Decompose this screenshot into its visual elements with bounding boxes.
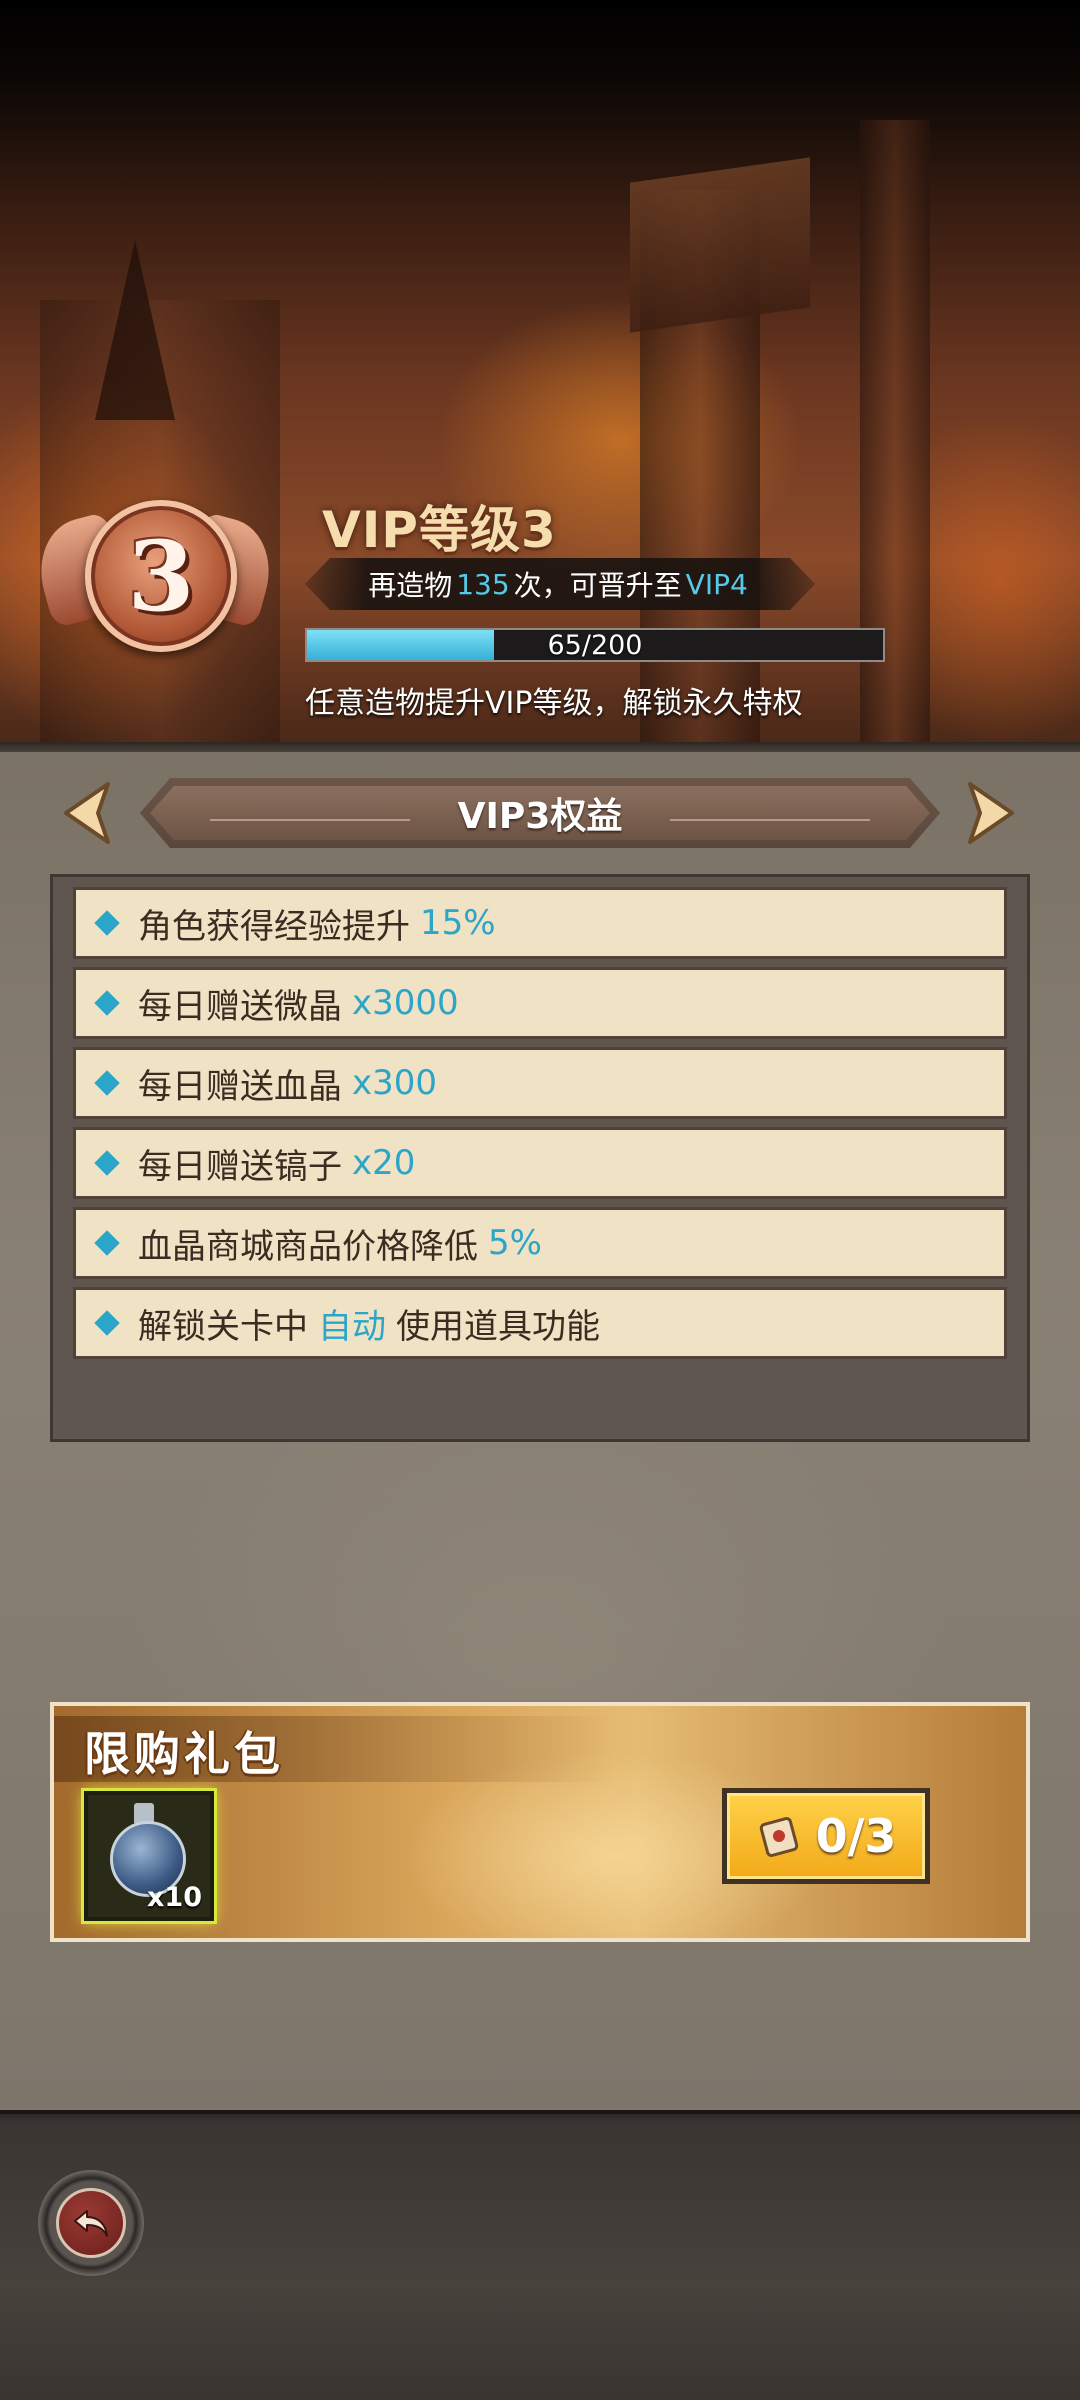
benefit-text: 解锁关卡中	[138, 1306, 308, 1347]
diamond-bullet-icon	[94, 1070, 120, 1096]
benefit-suffix: 使用道具功能	[396, 1306, 600, 1347]
divider	[0, 742, 1080, 752]
benefits-title: VIP3权益	[457, 796, 623, 837]
benefit-item: 每日赠送血晶 x300	[73, 1047, 1007, 1119]
benefit-value: 15%	[420, 903, 496, 943]
buy-gift-button[interactable]: 0/3	[722, 1788, 930, 1884]
benefit-value: 5%	[488, 1223, 542, 1263]
progress-text: 65/200	[547, 629, 643, 661]
diamond-bullet-icon	[94, 910, 120, 936]
prev-level-arrow[interactable]	[62, 780, 118, 846]
benefit-value: x3000	[352, 983, 459, 1023]
benefit-text: 每日赠送镐子	[138, 1146, 342, 1187]
back-button-core	[56, 2188, 126, 2258]
next-vip-level: VIP4	[685, 567, 748, 601]
chevron-left-icon	[64, 782, 110, 844]
benefit-value: 自动	[318, 1306, 386, 1347]
main-panel: VIP3权益 角色获得经验提升 15% 每日赠送微晶 x3000 每日赠送血晶 …	[0, 752, 1080, 2114]
benefit-text: 角色获得经验提升	[138, 906, 410, 947]
benefit-value: x20	[352, 1143, 416, 1183]
back-arrow-icon	[74, 2210, 108, 2237]
benefit-item: 角色获得经验提升 15%	[73, 887, 1007, 959]
benefit-item: 血晶商城商品价格降低 5%	[73, 1207, 1007, 1279]
upgrade-count: 135	[456, 567, 510, 601]
diamond-bullet-icon	[94, 1310, 120, 1336]
vip-level-badge: 3	[28, 490, 282, 670]
benefits-list: 角色获得经验提升 15% 每日赠送微晶 x3000 每日赠送血晶 x300 每日…	[50, 874, 1030, 1442]
vip-header: 3 VIP等级3 再造物 135 次，可晋升至 VIP4 65/200 任意造物…	[0, 470, 1080, 745]
benefit-item: 解锁关卡中 自动 使用道具功能	[73, 1287, 1007, 1359]
diamond-bullet-icon	[94, 1150, 120, 1176]
benefit-text: 血晶商城商品价格降低	[138, 1226, 478, 1267]
vip-description: 任意造物提升VIP等级，解锁永久特权	[305, 686, 803, 721]
level-number: 3	[127, 519, 195, 633]
next-level-arrow[interactable]	[960, 780, 1016, 846]
gift-title: 限购礼包	[84, 1727, 284, 1781]
diamond-bullet-icon	[94, 990, 120, 1016]
buy-count-label: 0/3	[815, 1809, 897, 1863]
throne-spike	[95, 240, 175, 420]
item-count: x10	[147, 1882, 202, 1913]
vip-level-title: VIP等级3	[322, 501, 557, 559]
benefit-value: x300	[352, 1063, 438, 1103]
benefit-text: 每日赠送微晶	[138, 986, 342, 1027]
header-background: 3 VIP等级3 再造物 135 次，可晋升至 VIP4 65/200 任意造物…	[0, 0, 1080, 745]
benefits-title-bar: VIP3权益	[140, 778, 940, 848]
upgrade-middle: 次，可晋升至	[513, 569, 682, 602]
benefit-item: 每日赠送镐子 x20	[73, 1127, 1007, 1199]
vip-progress-bar: 65/200	[305, 628, 885, 662]
diamond-bullet-icon	[94, 1230, 120, 1256]
level-medal: 3	[85, 500, 237, 652]
gift-item-slot[interactable]: x10	[84, 1791, 214, 1921]
upgrade-hint-banner: 再造物 135 次，可晋升至 VIP4	[305, 558, 815, 610]
benefit-text: 每日赠送血晶	[138, 1066, 342, 1107]
benefit-item: 每日赠送微晶 x3000	[73, 967, 1007, 1039]
title-decoration	[210, 819, 410, 821]
title-bar-inner: VIP3权益	[150, 786, 930, 840]
upgrade-prefix: 再造物	[368, 569, 453, 602]
limited-gift-pack: 限购礼包 x10 0/3	[50, 1702, 1030, 1942]
back-button[interactable]	[38, 2170, 144, 2276]
chevron-right-icon	[968, 782, 1014, 844]
scroll-icon	[759, 1817, 798, 1857]
bottom-bar	[0, 2114, 1080, 2400]
title-decoration	[670, 819, 870, 821]
pillar-capital	[630, 157, 810, 333]
